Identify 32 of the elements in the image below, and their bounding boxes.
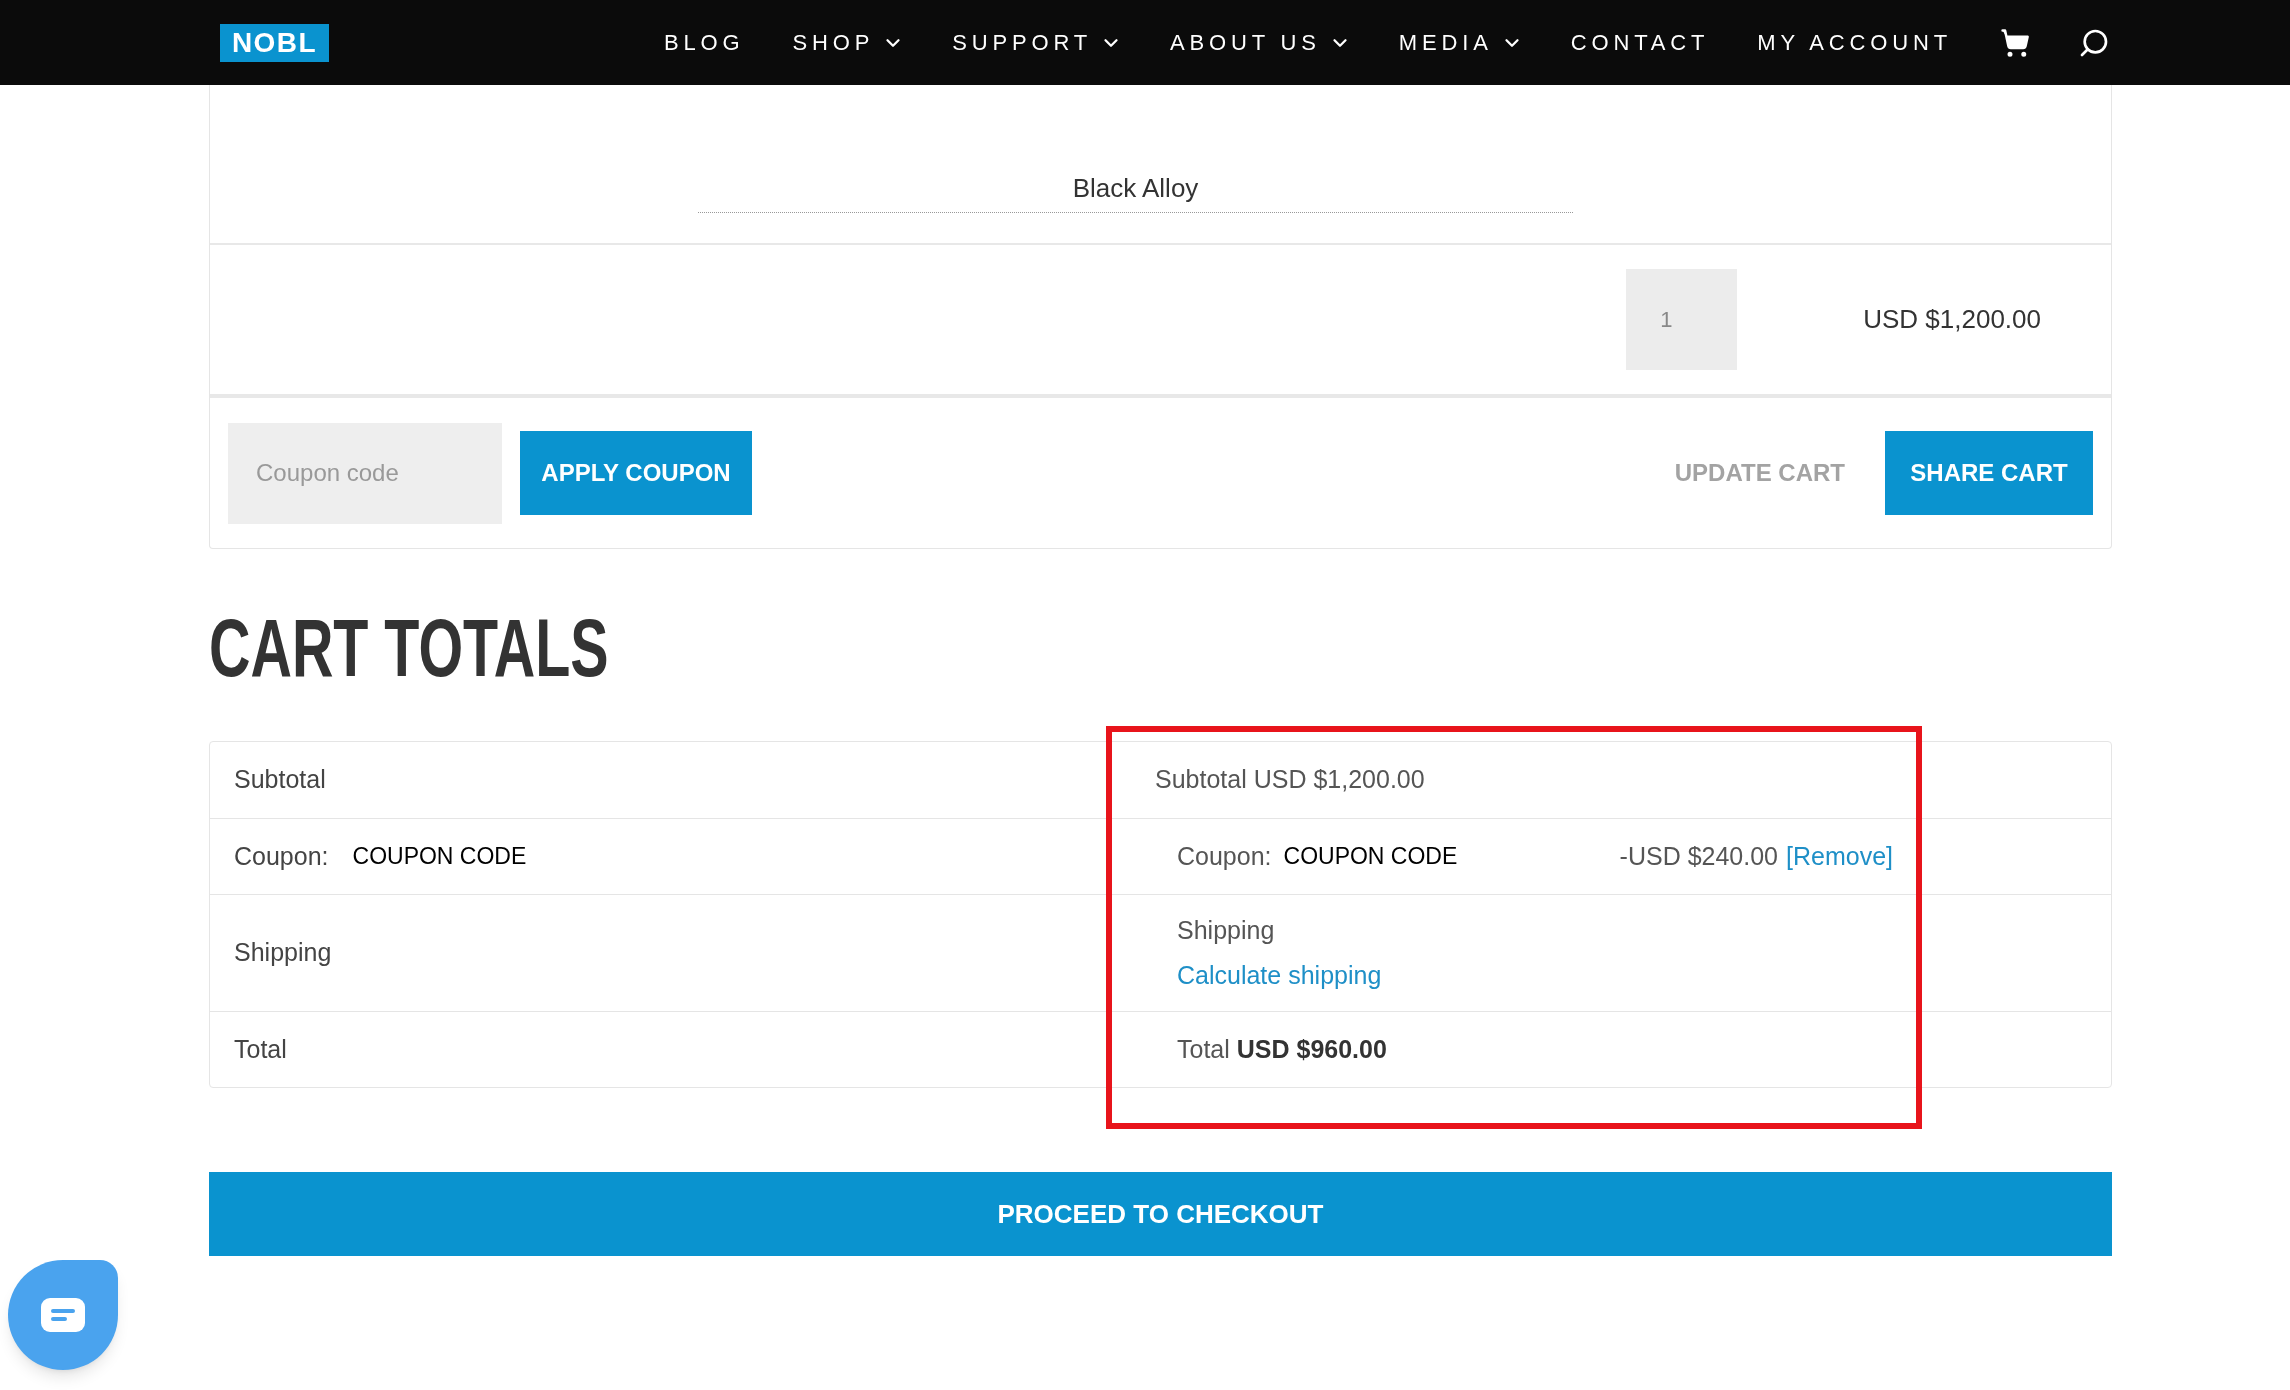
share-cart-button[interactable]: SHARE CART xyxy=(1885,431,2093,515)
nav-link[interactable]: MY ACCOUNT xyxy=(1757,26,1952,59)
coupon-label: Coupon: xyxy=(234,840,329,872)
nav-link[interactable]: SUPPORT xyxy=(952,26,1123,59)
nav-link[interactable]: ABOUT US xyxy=(1170,26,1351,59)
subtotal-value: Subtotal USD $1,200.00 xyxy=(1155,765,1425,794)
nav-link[interactable]: SHOP xyxy=(792,26,905,59)
apply-coupon-button[interactable]: APPLY COUPON xyxy=(520,431,752,515)
product-variant: Black Alloy xyxy=(698,169,1573,213)
proceed-to-checkout-button[interactable]: PROCEED TO CHECKOUT xyxy=(209,1172,2112,1256)
chat-button[interactable] xyxy=(8,1260,118,1370)
row-label: Shipping xyxy=(234,938,332,967)
shipping-label: Shipping xyxy=(1177,914,1276,946)
nav-link[interactable]: BLOG xyxy=(664,26,745,59)
calculate-shipping-link[interactable]: Calculate shipping xyxy=(1177,957,2111,995)
nav-link[interactable]: CONTACT xyxy=(1570,26,1710,59)
cart-totals-heading: CART TOTALS xyxy=(209,607,609,689)
remove-link[interactable]: [Remove] xyxy=(1786,837,1893,876)
cart-icon[interactable] xyxy=(2000,27,2030,58)
discount-value: -USD $240.00 xyxy=(1619,840,1778,872)
coupon-label: Coupon: xyxy=(1177,840,1272,872)
coupon-code: COUPON CODE xyxy=(1283,842,1458,872)
line-total: USD $1,200.00 xyxy=(1863,303,2041,336)
quantity-field[interactable]: 1 xyxy=(1626,269,1738,370)
logo[interactable]: NOBL xyxy=(220,23,329,62)
nav-link[interactable]: MEDIA xyxy=(1398,26,1523,59)
coupon-input[interactable]: Coupon code xyxy=(228,422,502,524)
row-label: Total xyxy=(234,1034,287,1063)
coupon-code: COUPON CODE xyxy=(352,842,527,872)
row-label: Subtotal xyxy=(234,765,326,794)
chat-bubble-icon xyxy=(41,1298,85,1332)
total-value: Total USD $960.00 xyxy=(1176,1034,1387,1063)
